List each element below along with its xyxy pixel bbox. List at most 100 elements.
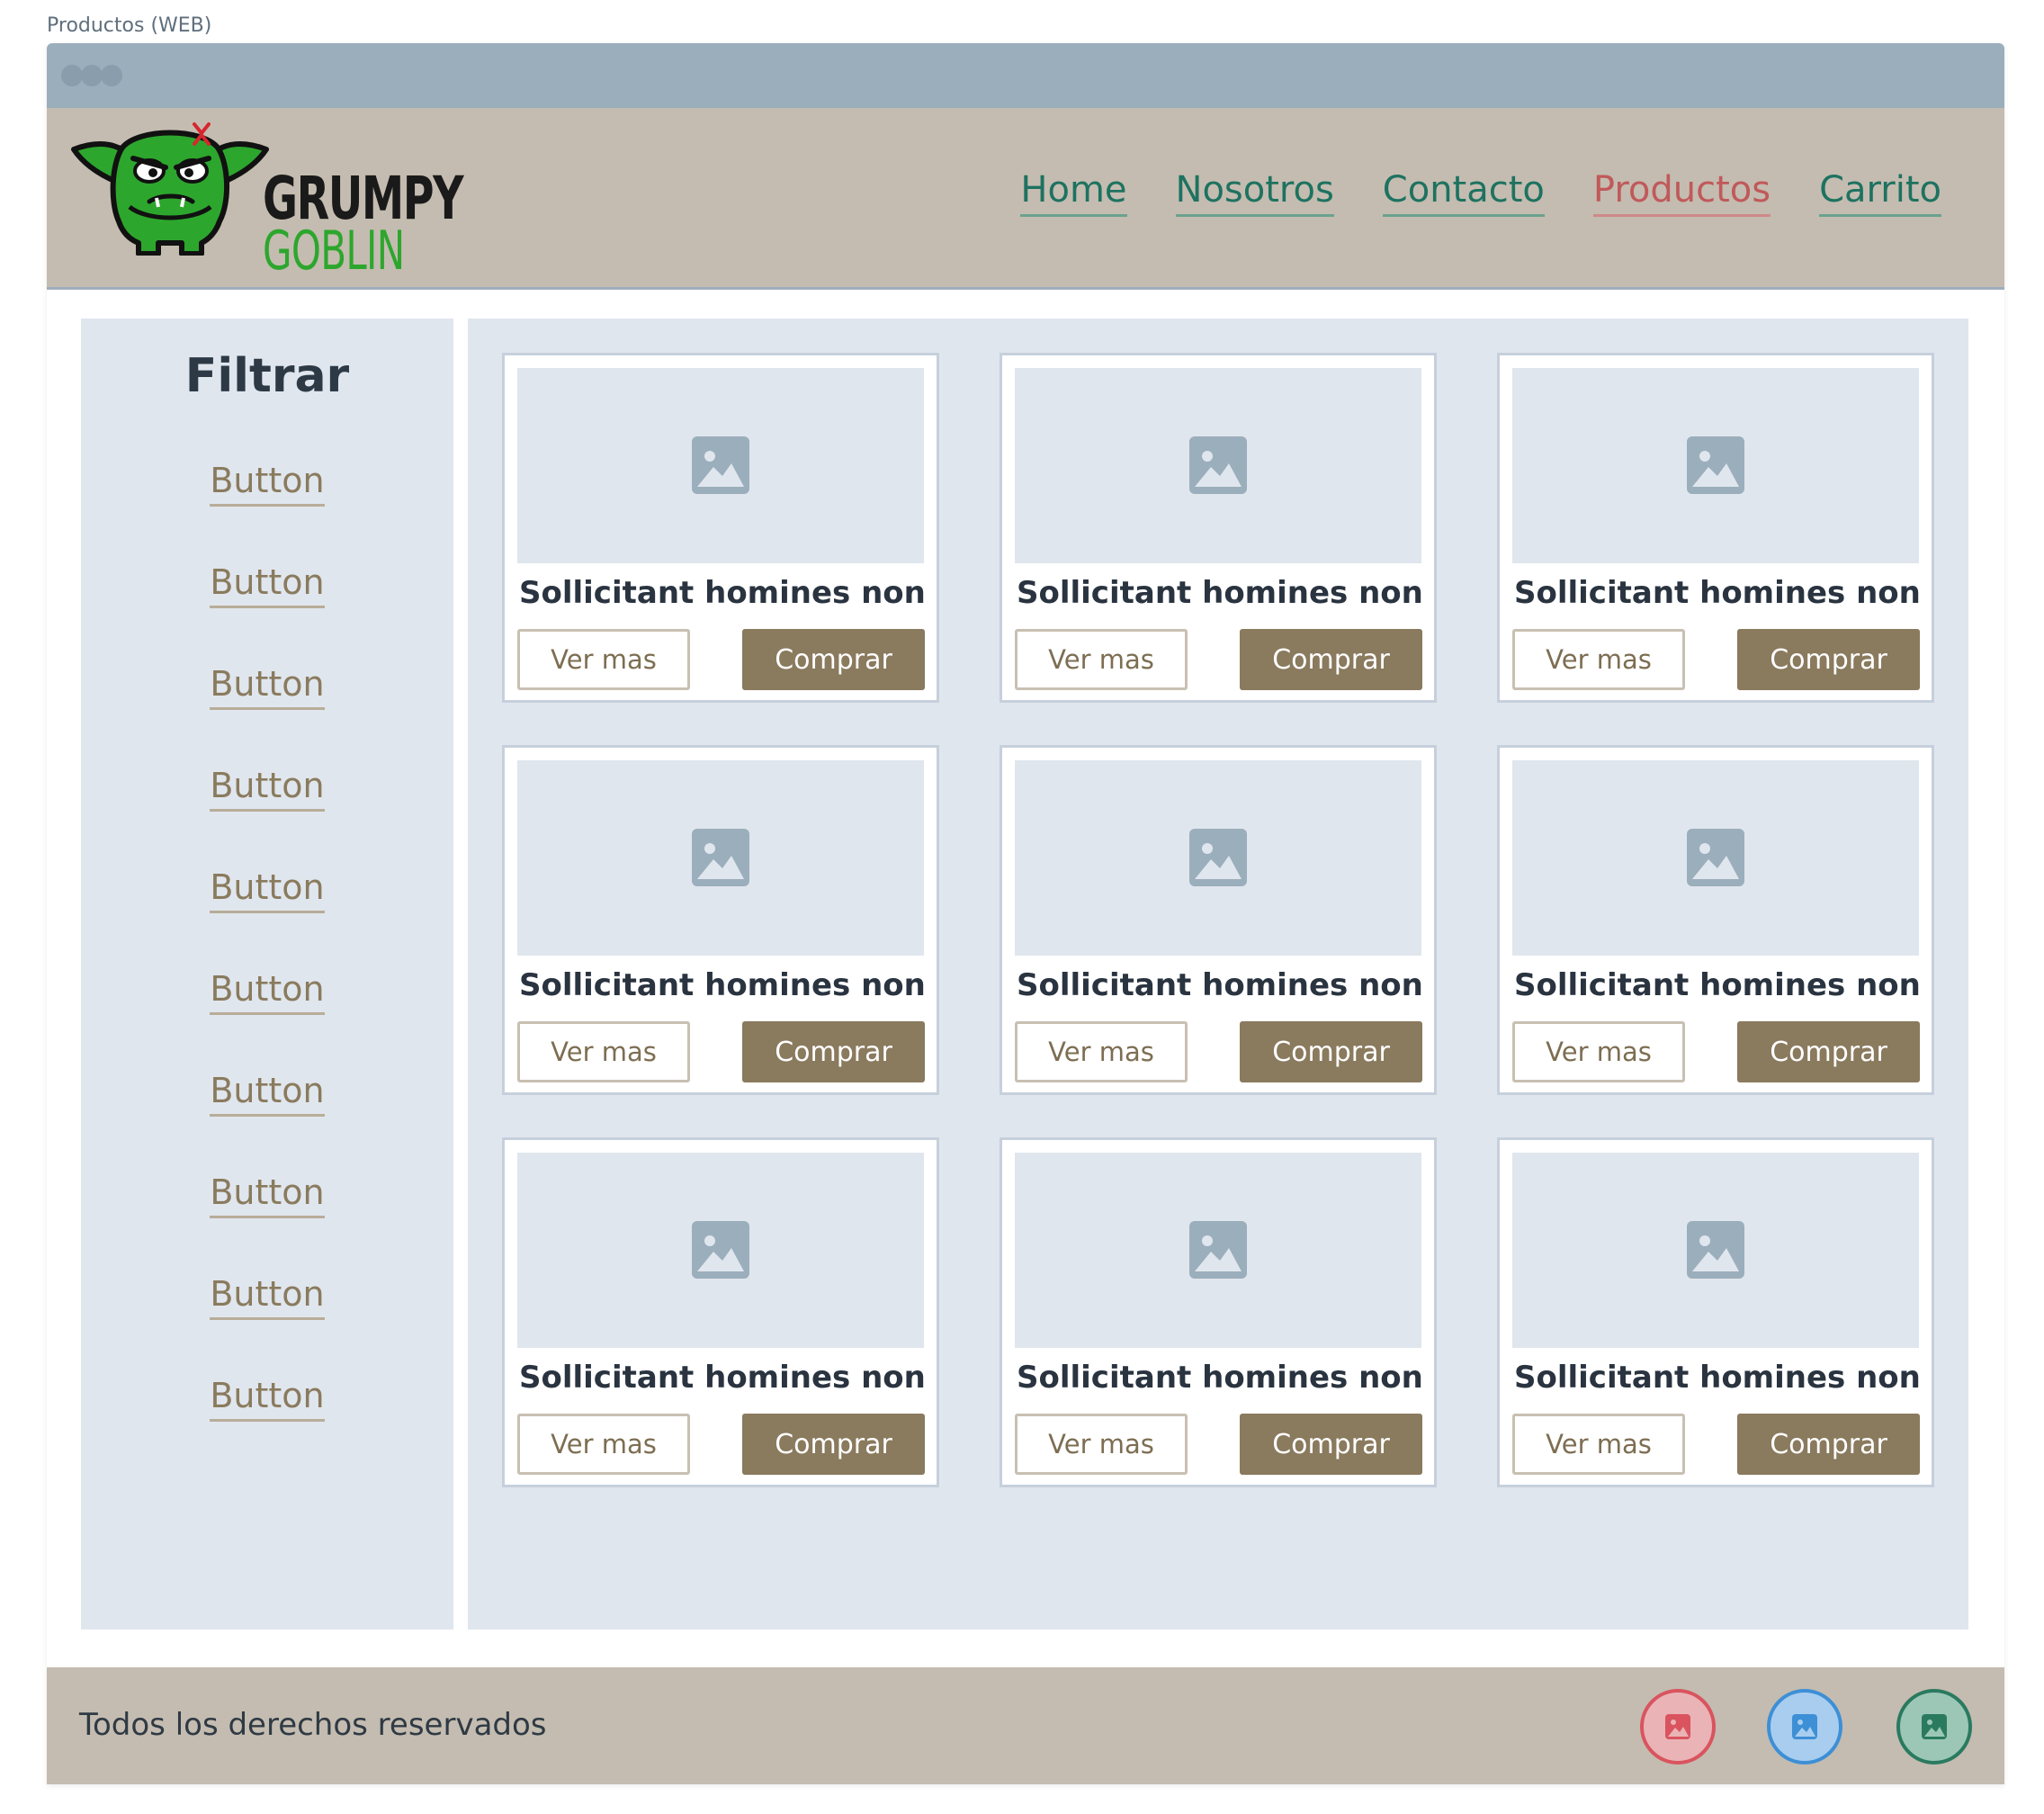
product-image-placeholder[interactable] xyxy=(1512,760,1919,956)
filter-button[interactable]: Button xyxy=(81,461,453,507)
image-placeholder-icon xyxy=(692,1221,749,1279)
copyright-text: Todos los derechos reservados xyxy=(79,1707,547,1743)
goblin-mascot-icon xyxy=(71,122,269,256)
product-title[interactable]: Sollicitant homines non xyxy=(519,1360,926,1396)
nav-nosotros-link[interactable]: Nosotros xyxy=(1175,169,1334,217)
product-card: Sollicitant homines non Ver mas Comprar xyxy=(502,745,939,1095)
product-card: Sollicitant homines non Ver mas Comprar xyxy=(1497,1137,1934,1487)
filter-button-label: Button xyxy=(210,1376,325,1422)
window-maximize-dot[interactable] xyxy=(101,65,122,86)
filter-button-label: Button xyxy=(210,766,325,812)
image-icon xyxy=(1665,1714,1690,1739)
main-nav: Home Nosotros Contacto Productos Carrito xyxy=(1020,169,1941,217)
ver-mas-button[interactable]: Ver mas xyxy=(1015,629,1188,690)
product-card: Sollicitant homines non Ver mas Comprar xyxy=(1497,745,1934,1095)
product-card: Sollicitant homines non Ver mas Comprar xyxy=(1000,745,1437,1095)
filter-button-label: Button xyxy=(210,969,325,1015)
product-title[interactable]: Sollicitant homines non xyxy=(1017,1360,1423,1396)
filter-button[interactable]: Button xyxy=(81,664,453,710)
product-title[interactable]: Sollicitant homines non xyxy=(1514,575,1921,611)
image-placeholder-icon xyxy=(1687,1221,1744,1279)
filter-button-label: Button xyxy=(210,867,325,913)
product-card: Sollicitant homines non Ver mas Comprar xyxy=(502,353,939,703)
product-card: Sollicitant homines non Ver mas Comprar xyxy=(1000,1137,1437,1487)
product-image-placeholder[interactable] xyxy=(1015,368,1421,563)
comprar-button[interactable]: Comprar xyxy=(742,629,925,690)
page-label: Productos (WEB) xyxy=(47,14,212,37)
ver-mas-button[interactable]: Ver mas xyxy=(1512,1414,1685,1475)
product-image-placeholder[interactable] xyxy=(517,1153,924,1348)
image-placeholder-icon xyxy=(1189,829,1247,886)
social-link-blue[interactable] xyxy=(1767,1689,1842,1765)
image-placeholder-icon xyxy=(1189,1221,1247,1279)
comprar-button[interactable]: Comprar xyxy=(742,1414,925,1475)
site-header: GRUMPY GOBLIN Home Nosotros Contacto Pro… xyxy=(47,108,2004,290)
product-card: Sollicitant homines non Ver mas Comprar xyxy=(1497,353,1934,703)
comprar-button[interactable]: Comprar xyxy=(1737,629,1920,690)
product-title[interactable]: Sollicitant homines non xyxy=(1514,967,1921,1003)
product-image-placeholder[interactable] xyxy=(1512,1153,1919,1348)
image-icon xyxy=(1792,1714,1817,1739)
window-close-dot[interactable] xyxy=(61,65,83,86)
image-placeholder-icon xyxy=(692,436,749,494)
filter-button[interactable]: Button xyxy=(81,1274,453,1320)
image-icon xyxy=(1922,1714,1947,1739)
filter-button-label: Button xyxy=(210,562,325,608)
grumpy-goblin-logo[interactable]: GRUMPY GOBLIN xyxy=(67,121,464,283)
product-image-placeholder[interactable] xyxy=(1512,368,1919,563)
nav-productos-link[interactable]: Productos xyxy=(1592,169,1771,217)
logo-text-goblin: GOBLIN xyxy=(263,220,405,283)
sidebar-title: Filtrar xyxy=(184,349,350,403)
filter-button-label: Button xyxy=(210,461,325,507)
filter-button[interactable]: Button xyxy=(81,969,453,1015)
product-image-placeholder[interactable] xyxy=(1015,1153,1421,1348)
ver-mas-button[interactable]: Ver mas xyxy=(1512,1021,1685,1082)
comprar-button[interactable]: Comprar xyxy=(1240,1021,1422,1082)
filter-button[interactable]: Button xyxy=(81,1071,453,1117)
image-placeholder-icon xyxy=(692,829,749,886)
nav-carrito-link[interactable]: Carrito xyxy=(1819,169,1941,217)
filter-button-label: Button xyxy=(210,1071,325,1117)
filter-button-label: Button xyxy=(210,1172,325,1218)
product-image-placeholder[interactable] xyxy=(1015,760,1421,956)
ver-mas-button[interactable]: Ver mas xyxy=(517,1021,690,1082)
browser-window: GRUMPY GOBLIN Home Nosotros Contacto Pro… xyxy=(47,43,2004,1784)
product-title[interactable]: Sollicitant homines non xyxy=(1017,575,1423,611)
filter-button[interactable]: Button xyxy=(81,1172,453,1218)
product-title[interactable]: Sollicitant homines non xyxy=(519,575,926,611)
comprar-button[interactable]: Comprar xyxy=(1240,1414,1422,1475)
filter-button-label: Button xyxy=(210,664,325,710)
social-link-red[interactable] xyxy=(1640,1689,1716,1765)
comprar-button[interactable]: Comprar xyxy=(1737,1021,1920,1082)
image-placeholder-icon xyxy=(1687,436,1744,494)
product-image-placeholder[interactable] xyxy=(517,760,924,956)
comprar-button[interactable]: Comprar xyxy=(1737,1414,1920,1475)
window-minimize-dot[interactable] xyxy=(81,65,103,86)
image-placeholder-icon xyxy=(1687,829,1744,886)
image-placeholder-icon xyxy=(1189,436,1247,494)
filter-button[interactable]: Button xyxy=(81,562,453,608)
comprar-button[interactable]: Comprar xyxy=(1240,629,1422,690)
filter-button[interactable]: Button xyxy=(81,1376,453,1422)
nav-contacto-link[interactable]: Contacto xyxy=(1382,169,1545,217)
product-card: Sollicitant homines non Ver mas Comprar xyxy=(502,1137,939,1487)
product-image-placeholder[interactable] xyxy=(517,368,924,563)
ver-mas-button[interactable]: Ver mas xyxy=(1512,629,1685,690)
product-title[interactable]: Sollicitant homines non xyxy=(1017,967,1423,1003)
ver-mas-button[interactable]: Ver mas xyxy=(1015,1414,1188,1475)
product-title[interactable]: Sollicitant homines non xyxy=(519,967,926,1003)
filter-button[interactable]: Button xyxy=(81,766,453,812)
comprar-button[interactable]: Comprar xyxy=(742,1021,925,1082)
filter-sidebar: Filtrar Button Button Button Button Butt… xyxy=(81,319,453,1630)
nav-home-link[interactable]: Home xyxy=(1020,169,1127,217)
site-footer: Todos los derechos reservados xyxy=(47,1667,2004,1784)
ver-mas-button[interactable]: Ver mas xyxy=(517,629,690,690)
social-link-green[interactable] xyxy=(1896,1689,1972,1765)
product-title[interactable]: Sollicitant homines non xyxy=(1514,1360,1921,1396)
product-grid: Sollicitant homines non Ver mas Comprar … xyxy=(468,319,1968,1630)
ver-mas-button[interactable]: Ver mas xyxy=(517,1414,690,1475)
filter-button-label: Button xyxy=(210,1274,325,1320)
product-card: Sollicitant homines non Ver mas Comprar xyxy=(1000,353,1437,703)
ver-mas-button[interactable]: Ver mas xyxy=(1015,1021,1188,1082)
filter-button[interactable]: Button xyxy=(81,867,453,913)
